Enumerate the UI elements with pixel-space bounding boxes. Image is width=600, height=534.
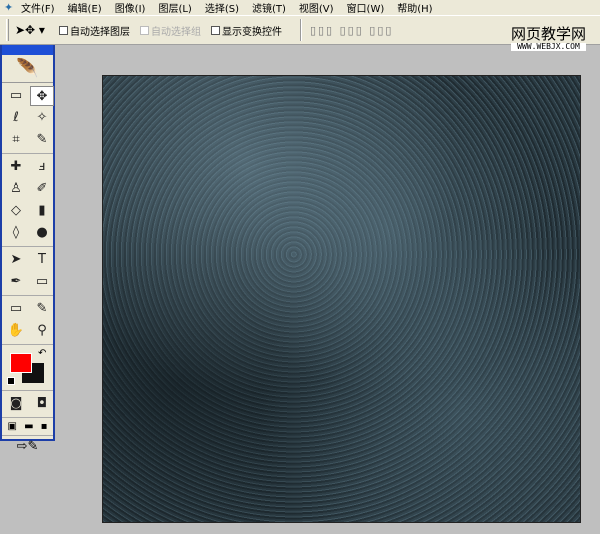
menu-file[interactable]: 文件(F) <box>21 0 55 15</box>
menu-window[interactable]: 窗口(W) <box>347 0 385 15</box>
blur-tool-icon[interactable]: ◊ <box>4 223 28 243</box>
pen-tool-icon[interactable]: ✒ <box>4 272 28 292</box>
align-buttons-icon[interactable]: ▯▯▯ ▯▯▯ ▯▯▯ <box>310 24 393 37</box>
zoom-tool-icon[interactable]: ⚲ <box>30 321 54 341</box>
toolbox: 🪶 ▭ ✥ ℓ ✧ ⌗ ✎ ✚ ⅎ ♙ ✐ ◇ ▮ ◊ ● ➤ T ✒ ▭ ▭ … <box>0 45 55 454</box>
menu-view[interactable]: 视图(V) <box>299 0 334 15</box>
color-swatches: ↶ <box>2 345 53 391</box>
notes-tool-icon[interactable]: ▭ <box>4 299 28 319</box>
photoshop-logo-icon: ✦ <box>4 0 14 14</box>
menu-select[interactable]: 选择(S) <box>205 0 239 15</box>
menu-filter[interactable]: 滤镜(T) <box>252 0 286 15</box>
image-canvas[interactable] <box>102 75 581 523</box>
clone-stamp-tool-icon[interactable]: ♙ <box>4 179 28 199</box>
move-tool-icon[interactable]: ➤✥ ▾ <box>15 23 45 37</box>
checkbox-box <box>139 25 149 35</box>
swap-colors-icon[interactable]: ↶ <box>38 348 46 359</box>
options-bar: ➤✥ ▾ 自动选择图层 自动选择组 显示变换控件 ▯▯▯ ▯▯▯ ▯▯▯ 网页教… <box>0 15 600 52</box>
checkbox-box[interactable] <box>210 25 220 35</box>
watermark-name: 网页教学网 <box>510 25 586 43</box>
checkbox-box[interactable] <box>58 25 68 35</box>
show-transform-controls-checkbox[interactable]: 显示变换控件 <box>210 23 282 38</box>
shape-tool-icon[interactable]: ▭ <box>30 272 54 292</box>
jump-to-imageready-icon[interactable]: ⇨✎ <box>2 436 53 457</box>
magic-wand-tool-icon[interactable]: ✧ <box>30 108 54 128</box>
mode-buttons: ◙ ◘ <box>2 391 53 418</box>
tool-group-select: ▭ ✥ ℓ ✧ ⌗ ✎ <box>2 83 54 154</box>
divider <box>299 19 302 41</box>
slice-tool-icon[interactable]: ✎ <box>30 130 54 150</box>
path-selection-tool-icon[interactable]: ➤ <box>4 250 28 270</box>
tool-group-vector: ➤ T ✒ ▭ <box>2 247 53 296</box>
brush-tool-icon[interactable]: ⅎ <box>30 157 54 177</box>
toolbox-title-bar[interactable] <box>2 45 53 55</box>
menu-edit[interactable]: 编辑(E) <box>68 0 102 15</box>
default-colors-icon[interactable] <box>7 377 15 385</box>
move-tool-icon[interactable]: ✥ <box>30 86 54 106</box>
standard-screen-mode-icon[interactable]: ▣ <box>8 421 17 432</box>
marquee-tool-icon[interactable]: ▭ <box>4 86 28 106</box>
tool-group-paint: ✚ ⅎ ♙ ✐ ◇ ▮ ◊ ● <box>2 154 53 247</box>
watermark-url: WWW.WEBJX.COM <box>510 42 586 52</box>
foreground-color-swatch[interactable] <box>10 353 32 373</box>
type-tool-icon[interactable]: T <box>30 250 54 270</box>
auto-select-layer-checkbox[interactable]: 自动选择图层 <box>58 23 130 38</box>
quick-mask-mode-icon[interactable]: ◘ <box>30 394 54 414</box>
screen-mode-buttons: ▣ ▬ ▪ <box>2 418 53 436</box>
lasso-tool-icon[interactable]: ℓ <box>4 108 28 128</box>
hand-tool-icon[interactable]: ✋ <box>4 321 28 341</box>
auto-select-layer-label: 自动选择图层 <box>69 26 130 38</box>
menu-image[interactable]: 图像(I) <box>115 0 146 15</box>
eraser-tool-icon[interactable]: ◇ <box>4 201 28 221</box>
standard-mode-icon[interactable]: ◙ <box>4 394 28 414</box>
menu-layer[interactable]: 图层(L) <box>158 0 191 15</box>
healing-brush-tool-icon[interactable]: ✚ <box>4 157 28 177</box>
auto-select-group-checkbox: 自动选择组 <box>139 23 201 38</box>
auto-select-group-label: 自动选择组 <box>150 26 201 38</box>
crop-tool-icon[interactable]: ⌗ <box>4 130 28 150</box>
options-grip[interactable] <box>6 19 9 41</box>
full-screen-menu-mode-icon[interactable]: ▬ <box>24 421 33 432</box>
feather-logo-icon[interactable]: 🪶 <box>2 55 53 83</box>
watermark: 网页教学网 WWW.WEBJX.COM <box>510 25 586 52</box>
menu-help[interactable]: 帮助(H) <box>397 0 432 15</box>
show-transform-label: 显示变换控件 <box>221 26 282 38</box>
dodge-tool-icon[interactable]: ● <box>30 223 54 243</box>
gradient-tool-icon[interactable]: ▮ <box>30 201 54 221</box>
history-brush-tool-icon[interactable]: ✐ <box>30 179 54 199</box>
eyedropper-tool-icon[interactable]: ✎ <box>30 299 54 319</box>
menu-bar: ✦ 文件(F) 编辑(E) 图像(I) 图层(L) 选择(S) 滤镜(T) 视图… <box>0 0 600 15</box>
tool-group-view: ▭ ✎ ✋ ⚲ <box>2 296 53 345</box>
full-screen-mode-icon[interactable]: ▪ <box>41 421 48 432</box>
